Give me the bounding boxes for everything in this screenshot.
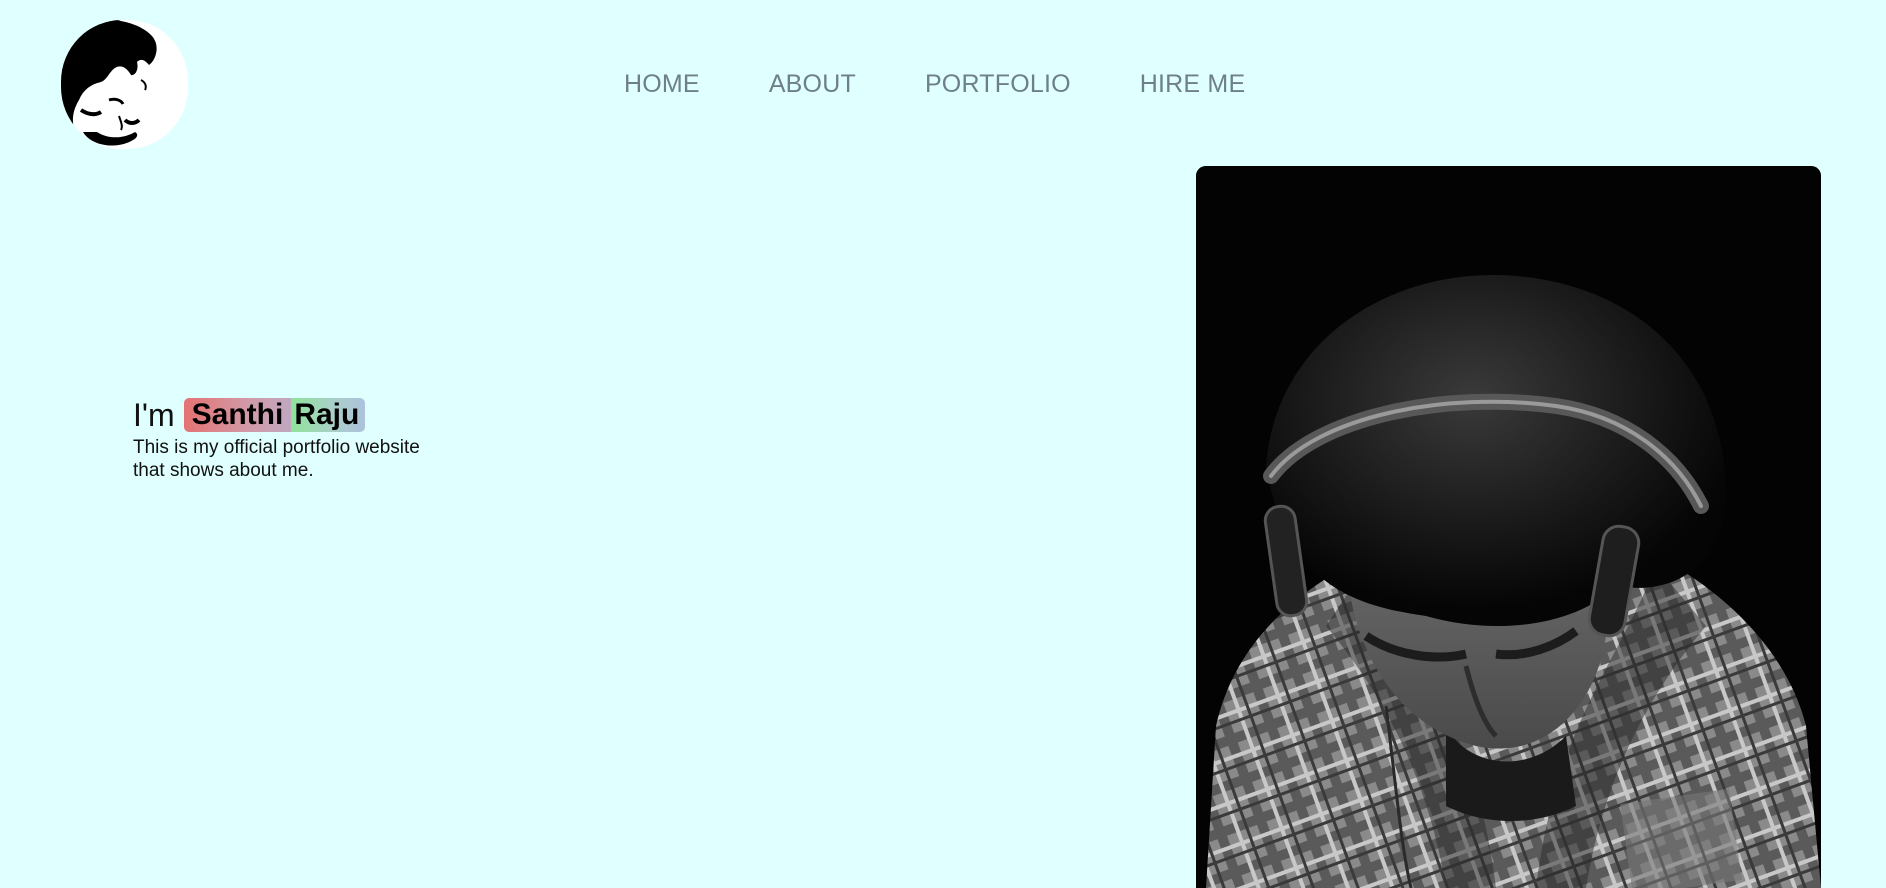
greeting-prefix: I'm: [133, 397, 175, 433]
hero-section: I'm Santhi Raju This is my official port…: [133, 396, 473, 482]
nav-hire-me-link[interactable]: HIRE ME: [1140, 70, 1246, 99]
portrait-photo-image: [1196, 166, 1821, 888]
first-name: Santhi: [183, 398, 292, 432]
last-name: Raju: [291, 398, 366, 432]
hero-tagline: This is my official portfolio website th…: [133, 437, 420, 481]
page: HOME ABOUT PORTFOLIO HIRE ME I'm Santhi …: [0, 0, 1886, 888]
nav-about-link[interactable]: ABOUT: [769, 70, 856, 99]
main-nav: HOME ABOUT PORTFOLIO HIRE ME: [624, 70, 1245, 99]
nav-home-link[interactable]: HOME: [624, 70, 700, 99]
portrait-photo: [1196, 166, 1821, 888]
avatar-logo[interactable]: [61, 20, 188, 149]
name-badge: Santhi Raju: [183, 398, 366, 432]
avatar-logo-icon: [61, 20, 188, 149]
nav-portfolio-link[interactable]: PORTFOLIO: [925, 70, 1071, 99]
hero-greeting: I'm Santhi Raju: [133, 396, 473, 434]
